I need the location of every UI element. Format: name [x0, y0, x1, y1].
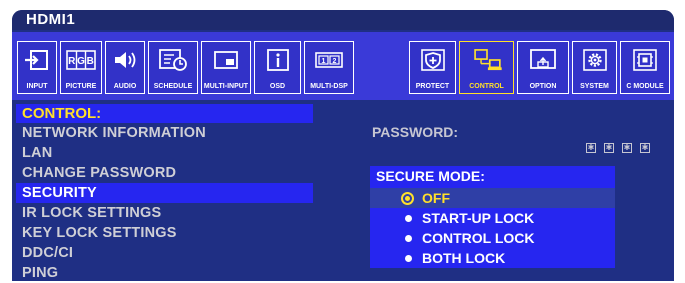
toolbar-multi-dsp-label: MULTI-DSP	[310, 83, 348, 90]
toolbar-system-button[interactable]: SYSTEM	[572, 41, 617, 94]
menu-item-label: KEY LOCK SETTINGS	[22, 225, 177, 241]
secure-mode-title: SECURE MODE:	[376, 168, 485, 184]
toolbar-schedule-button[interactable]: SCHEDULE	[148, 41, 198, 94]
menu-item-label: IR LOCK SETTINGS	[22, 205, 162, 221]
password-digit[interactable]: ✱	[622, 143, 632, 153]
bullet-icon	[405, 255, 412, 262]
password-digit[interactable]: ✱	[604, 143, 614, 153]
menu-item-security[interactable]: SECURITY	[16, 183, 313, 203]
multi-display-icon: 1 2	[315, 52, 343, 68]
menu-item-change-password[interactable]: CHANGE PASSWORD	[16, 163, 313, 183]
secure-mode-option-off[interactable]: OFF	[370, 188, 615, 208]
input-arrow-icon	[25, 50, 48, 70]
speaker-icon	[115, 52, 136, 68]
title-bar: HDMI1	[12, 10, 674, 30]
password-digit[interactable]: ✱	[586, 143, 596, 153]
toolbar-control-label: CONTROL	[469, 83, 504, 90]
svg-text:2: 2	[333, 58, 337, 65]
password-label: PASSWORD:	[372, 124, 459, 140]
secure-mode-panel: SECURE MODE: OFF START-UP LOCK CONTROL L…	[370, 166, 615, 268]
menu-item-key-lock-settings[interactable]: KEY LOCK SETTINGS	[16, 223, 313, 243]
menu-header-label: CONTROL:	[22, 105, 102, 122]
compute-module-icon	[633, 49, 657, 71]
secure-mode-option-control-lock[interactable]: CONTROL LOCK	[370, 228, 615, 248]
menu-item-ping[interactable]: PING	[16, 263, 313, 283]
option-label: BOTH LOCK	[422, 250, 506, 266]
option-label: CONTROL LOCK	[422, 230, 535, 246]
svg-text:B: B	[87, 56, 94, 67]
toolbar-control-button[interactable]: CONTROL	[459, 41, 514, 94]
menu-item-label: NETWORK INFORMATION	[22, 125, 206, 141]
toolbar-c-module-button[interactable]: C MODULE	[620, 41, 670, 94]
bullet-icon	[405, 215, 412, 222]
info-icon	[266, 49, 289, 71]
menu-item-label: LAN	[22, 145, 53, 161]
option-label: START-UP LOCK	[422, 210, 535, 226]
toolbar-c-module-label: C MODULE	[626, 83, 664, 90]
toolbar-multi-input-label: MULTI-INPUT	[203, 83, 249, 90]
bullet-icon	[405, 235, 412, 242]
menu-item-ir-lock-settings[interactable]: IR LOCK SETTINGS	[16, 203, 313, 223]
toolbar-protect-label: PROTECT	[415, 83, 450, 90]
toolbar-input-button[interactable]: INPUT	[17, 41, 57, 94]
option-monitor-icon	[530, 49, 556, 69]
input-source-title: HDMI1	[26, 11, 76, 28]
toolbar-audio-button[interactable]: AUDIO	[105, 41, 145, 94]
menu-item-label: PING	[22, 265, 59, 281]
svg-text:G: G	[77, 56, 85, 67]
radio-selected-icon	[401, 192, 414, 205]
secure-mode-option-start-up-lock[interactable]: START-UP LOCK	[370, 208, 615, 228]
toolbar-picture-button[interactable]: R G B PICTURE	[60, 41, 102, 94]
schedule-clock-icon	[159, 49, 187, 71]
option-label: OFF	[422, 190, 450, 206]
svg-text:R: R	[68, 56, 76, 67]
toolbar-osd-label: OSD	[269, 83, 286, 90]
menu-item-network-information[interactable]: NETWORK INFORMATION	[16, 123, 313, 143]
toolbar-system-label: SYSTEM	[580, 83, 609, 90]
toolbar-option-button[interactable]: OPTION	[517, 41, 569, 94]
toolbar-protect-button[interactable]: PROTECT	[409, 41, 456, 94]
password-digit[interactable]: ✱	[640, 143, 650, 153]
toolbar-multi-dsp-button[interactable]: 1 2 MULTI-DSP	[304, 41, 354, 94]
menu-item-label: CHANGE PASSWORD	[22, 165, 177, 181]
toolbar-picture-label: PICTURE	[65, 83, 97, 90]
toolbar-input-label: INPUT	[26, 83, 48, 90]
toolbar-osd-button[interactable]: OSD	[254, 41, 301, 94]
menu-header: CONTROL:	[16, 104, 313, 123]
gear-icon	[582, 49, 607, 71]
main-menu-toolbar: INPUT R G B PICTURE AUDIO SCHEDULE MULTI…	[12, 32, 674, 100]
menu-item-label: SECURITY	[22, 185, 97, 201]
shield-icon	[420, 49, 445, 71]
svg-text:1: 1	[322, 58, 326, 65]
toolbar-schedule-label: SCHEDULE	[153, 83, 193, 90]
multi-input-icon	[214, 51, 238, 69]
toolbar-audio-label: AUDIO	[113, 83, 137, 90]
secure-mode-option-both-lock[interactable]: BOTH LOCK	[370, 248, 615, 268]
menu-item-lan[interactable]: LAN	[16, 143, 313, 163]
rgb-icon: R G B	[66, 50, 96, 70]
computer-control-icon	[473, 49, 502, 71]
menu-item-ddc-ci[interactable]: DDC/CI	[16, 243, 313, 263]
toolbar-multi-input-button[interactable]: MULTI-INPUT	[201, 41, 251, 94]
menu-item-label: DDC/CI	[22, 245, 74, 261]
toolbar-option-label: OPTION	[529, 83, 557, 90]
